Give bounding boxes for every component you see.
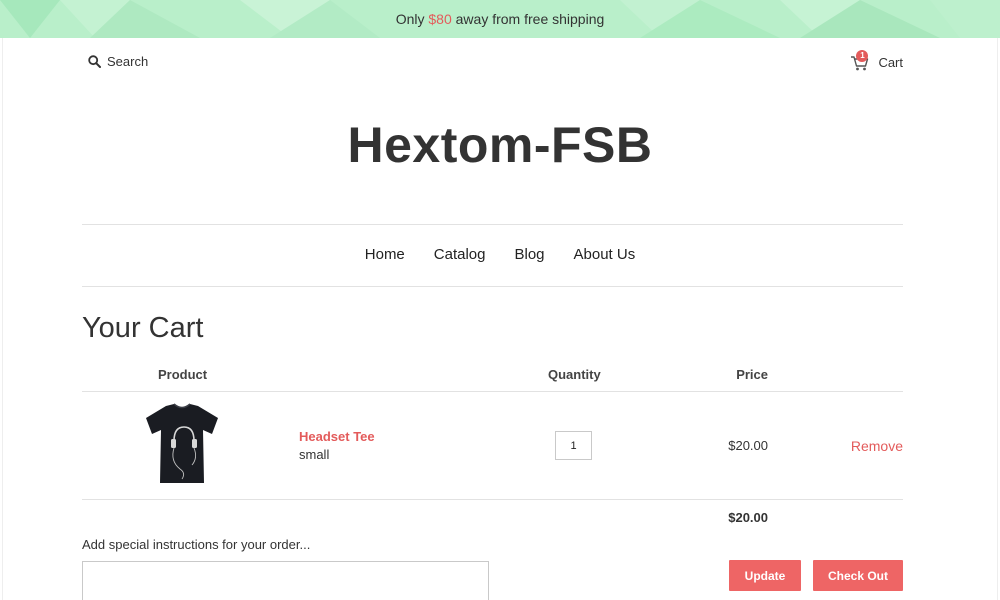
nav-item-home[interactable]: Home — [365, 246, 405, 263]
remove-item-link[interactable]: Remove — [851, 438, 903, 454]
table-bottom-divider — [82, 499, 903, 500]
header-divider-top — [82, 224, 903, 225]
page-title: Your Cart — [82, 312, 204, 344]
cart-label: Cart — [878, 54, 903, 70]
search-link[interactable]: Search — [88, 54, 148, 69]
nav-item-blog[interactable]: Blog — [514, 246, 544, 263]
cart-link[interactable]: 1 Cart — [850, 50, 903, 72]
cart-icon-wrapper: 1 — [850, 50, 870, 72]
cart-subtotal: $20.00 — [728, 510, 768, 525]
quantity-input[interactable] — [555, 431, 592, 460]
announcement-prefix: Only — [395, 11, 429, 27]
tshirt-image[interactable] — [144, 403, 220, 485]
announcement-message: Only $80 away from free shipping — [396, 11, 605, 27]
update-cart-button[interactable]: Update — [729, 560, 801, 591]
nav-item-about-us[interactable]: About Us — [574, 246, 636, 263]
header-divider-bottom — [82, 286, 903, 287]
search-icon — [88, 55, 101, 68]
search-label: Search — [107, 54, 149, 69]
announcement-amount: $80 — [428, 11, 452, 27]
item-price: $20.00 — [728, 438, 768, 453]
checkout-button[interactable]: Check Out — [813, 560, 903, 591]
announcement-bar: Only $80 away from free shipping — [0, 0, 1000, 38]
column-header-price: Price — [736, 367, 768, 382]
nav-item-catalog[interactable]: Catalog — [434, 246, 486, 263]
special-instructions-label: Add special instructions for your order.… — [82, 537, 311, 552]
product-variant: small — [299, 447, 330, 462]
main-nav: Home Catalog Blog About Us — [0, 246, 1000, 263]
product-name-link[interactable]: Headset Tee — [299, 429, 375, 444]
special-instructions-textarea[interactable] — [82, 561, 489, 600]
column-header-quantity: Quantity — [548, 367, 601, 382]
table-header-divider — [82, 391, 903, 392]
announcement-suffix: away from free shipping — [451, 11, 605, 27]
store-logo[interactable]: Hextom-FSB — [0, 116, 1000, 174]
column-header-product: Product — [158, 367, 208, 382]
